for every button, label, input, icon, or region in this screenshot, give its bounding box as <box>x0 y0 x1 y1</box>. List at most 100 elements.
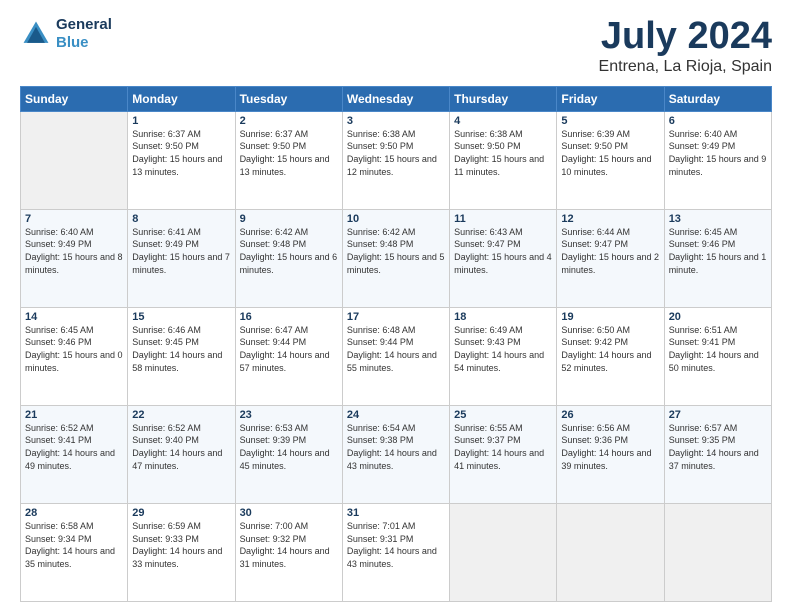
cell-info: Sunrise: 6:54 AMSunset: 9:38 PMDaylight:… <box>347 422 445 472</box>
calendar-cell: 27Sunrise: 6:57 AMSunset: 9:35 PMDayligh… <box>664 405 771 503</box>
logo-text: General Blue <box>56 16 112 52</box>
cell-info: Sunrise: 6:55 AMSunset: 9:37 PMDaylight:… <box>454 422 552 472</box>
calendar-cell: 25Sunrise: 6:55 AMSunset: 9:37 PMDayligh… <box>450 405 557 503</box>
calendar-cell: 22Sunrise: 6:52 AMSunset: 9:40 PMDayligh… <box>128 405 235 503</box>
day-number: 11 <box>454 213 552 225</box>
calendar-cell: 29Sunrise: 6:59 AMSunset: 9:33 PMDayligh… <box>128 503 235 601</box>
calendar-cell: 26Sunrise: 6:56 AMSunset: 9:36 PMDayligh… <box>557 405 664 503</box>
calendar-cell: 7Sunrise: 6:40 AMSunset: 9:49 PMDaylight… <box>21 209 128 307</box>
cell-info: Sunrise: 6:52 AMSunset: 9:40 PMDaylight:… <box>132 422 230 472</box>
weekday-header-row: SundayMondayTuesdayWednesdayThursdayFrid… <box>21 86 772 111</box>
day-number: 24 <box>347 409 445 421</box>
weekday-header-friday: Friday <box>557 86 664 111</box>
calendar-cell: 31Sunrise: 7:01 AMSunset: 9:31 PMDayligh… <box>342 503 449 601</box>
calendar-cell: 21Sunrise: 6:52 AMSunset: 9:41 PMDayligh… <box>21 405 128 503</box>
calendar-cell <box>557 503 664 601</box>
logo: General Blue <box>20 16 112 52</box>
cell-info: Sunrise: 6:52 AMSunset: 9:41 PMDaylight:… <box>25 422 123 472</box>
calendar-cell: 24Sunrise: 6:54 AMSunset: 9:38 PMDayligh… <box>342 405 449 503</box>
cell-info: Sunrise: 6:38 AMSunset: 9:50 PMDaylight:… <box>347 128 445 178</box>
calendar-cell: 18Sunrise: 6:49 AMSunset: 9:43 PMDayligh… <box>450 307 557 405</box>
calendar-table: SundayMondayTuesdayWednesdayThursdayFrid… <box>20 86 772 602</box>
day-number: 10 <box>347 213 445 225</box>
calendar-week-row: 21Sunrise: 6:52 AMSunset: 9:41 PMDayligh… <box>21 405 772 503</box>
cell-info: Sunrise: 6:56 AMSunset: 9:36 PMDaylight:… <box>561 422 659 472</box>
calendar-cell: 23Sunrise: 6:53 AMSunset: 9:39 PMDayligh… <box>235 405 342 503</box>
cell-info: Sunrise: 6:44 AMSunset: 9:47 PMDaylight:… <box>561 226 659 276</box>
day-number: 15 <box>132 311 230 323</box>
cell-info: Sunrise: 6:41 AMSunset: 9:49 PMDaylight:… <box>132 226 230 276</box>
cell-info: Sunrise: 6:50 AMSunset: 9:42 PMDaylight:… <box>561 324 659 374</box>
cell-info: Sunrise: 7:00 AMSunset: 9:32 PMDaylight:… <box>240 520 338 570</box>
day-number: 19 <box>561 311 659 323</box>
cell-info: Sunrise: 6:46 AMSunset: 9:45 PMDaylight:… <box>132 324 230 374</box>
cell-info: Sunrise: 6:58 AMSunset: 9:34 PMDaylight:… <box>25 520 123 570</box>
cell-info: Sunrise: 6:37 AMSunset: 9:50 PMDaylight:… <box>240 128 338 178</box>
day-number: 4 <box>454 115 552 127</box>
day-number: 22 <box>132 409 230 421</box>
day-number: 7 <box>25 213 123 225</box>
cell-info: Sunrise: 6:45 AMSunset: 9:46 PMDaylight:… <box>669 226 767 276</box>
calendar-cell: 3Sunrise: 6:38 AMSunset: 9:50 PMDaylight… <box>342 111 449 209</box>
cell-info: Sunrise: 6:40 AMSunset: 9:49 PMDaylight:… <box>25 226 123 276</box>
cell-info: Sunrise: 6:42 AMSunset: 9:48 PMDaylight:… <box>240 226 338 276</box>
day-number: 23 <box>240 409 338 421</box>
calendar-week-row: 7Sunrise: 6:40 AMSunset: 9:49 PMDaylight… <box>21 209 772 307</box>
day-number: 3 <box>347 115 445 127</box>
day-number: 2 <box>240 115 338 127</box>
calendar-cell: 6Sunrise: 6:40 AMSunset: 9:49 PMDaylight… <box>664 111 771 209</box>
calendar-week-row: 1Sunrise: 6:37 AMSunset: 9:50 PMDaylight… <box>21 111 772 209</box>
weekday-header-monday: Monday <box>128 86 235 111</box>
header: General Blue July 2024 Entrena, La Rioja… <box>20 16 772 76</box>
day-number: 29 <box>132 507 230 519</box>
day-number: 16 <box>240 311 338 323</box>
calendar-cell: 11Sunrise: 6:43 AMSunset: 9:47 PMDayligh… <box>450 209 557 307</box>
day-number: 27 <box>669 409 767 421</box>
cell-info: Sunrise: 6:38 AMSunset: 9:50 PMDaylight:… <box>454 128 552 178</box>
weekday-header-wednesday: Wednesday <box>342 86 449 111</box>
cell-info: Sunrise: 6:49 AMSunset: 9:43 PMDaylight:… <box>454 324 552 374</box>
title-block: July 2024 Entrena, La Rioja, Spain <box>599 16 772 76</box>
day-number: 30 <box>240 507 338 519</box>
calendar-cell: 2Sunrise: 6:37 AMSunset: 9:50 PMDaylight… <box>235 111 342 209</box>
day-number: 8 <box>132 213 230 225</box>
cell-info: Sunrise: 6:51 AMSunset: 9:41 PMDaylight:… <box>669 324 767 374</box>
cell-info: Sunrise: 6:57 AMSunset: 9:35 PMDaylight:… <box>669 422 767 472</box>
calendar-cell: 14Sunrise: 6:45 AMSunset: 9:46 PMDayligh… <box>21 307 128 405</box>
calendar-cell: 9Sunrise: 6:42 AMSunset: 9:48 PMDaylight… <box>235 209 342 307</box>
calendar-cell: 16Sunrise: 6:47 AMSunset: 9:44 PMDayligh… <box>235 307 342 405</box>
page: General Blue July 2024 Entrena, La Rioja… <box>0 0 792 612</box>
calendar-cell <box>664 503 771 601</box>
day-number: 14 <box>25 311 123 323</box>
day-number: 12 <box>561 213 659 225</box>
subtitle: Entrena, La Rioja, Spain <box>599 58 772 76</box>
cell-info: Sunrise: 6:53 AMSunset: 9:39 PMDaylight:… <box>240 422 338 472</box>
day-number: 1 <box>132 115 230 127</box>
calendar-cell: 10Sunrise: 6:42 AMSunset: 9:48 PMDayligh… <box>342 209 449 307</box>
calendar-cell: 13Sunrise: 6:45 AMSunset: 9:46 PMDayligh… <box>664 209 771 307</box>
day-number: 28 <box>25 507 123 519</box>
calendar-cell: 5Sunrise: 6:39 AMSunset: 9:50 PMDaylight… <box>557 111 664 209</box>
calendar-week-row: 28Sunrise: 6:58 AMSunset: 9:34 PMDayligh… <box>21 503 772 601</box>
cell-info: Sunrise: 6:45 AMSunset: 9:46 PMDaylight:… <box>25 324 123 374</box>
calendar-cell: 8Sunrise: 6:41 AMSunset: 9:49 PMDaylight… <box>128 209 235 307</box>
cell-info: Sunrise: 7:01 AMSunset: 9:31 PMDaylight:… <box>347 520 445 570</box>
day-number: 18 <box>454 311 552 323</box>
cell-info: Sunrise: 6:47 AMSunset: 9:44 PMDaylight:… <box>240 324 338 374</box>
calendar-cell <box>21 111 128 209</box>
cell-info: Sunrise: 6:39 AMSunset: 9:50 PMDaylight:… <box>561 128 659 178</box>
weekday-header-sunday: Sunday <box>21 86 128 111</box>
calendar-cell: 4Sunrise: 6:38 AMSunset: 9:50 PMDaylight… <box>450 111 557 209</box>
cell-info: Sunrise: 6:37 AMSunset: 9:50 PMDaylight:… <box>132 128 230 178</box>
calendar-cell: 17Sunrise: 6:48 AMSunset: 9:44 PMDayligh… <box>342 307 449 405</box>
calendar-cell: 12Sunrise: 6:44 AMSunset: 9:47 PMDayligh… <box>557 209 664 307</box>
cell-info: Sunrise: 6:40 AMSunset: 9:49 PMDaylight:… <box>669 128 767 178</box>
calendar-cell: 1Sunrise: 6:37 AMSunset: 9:50 PMDaylight… <box>128 111 235 209</box>
cell-info: Sunrise: 6:43 AMSunset: 9:47 PMDaylight:… <box>454 226 552 276</box>
weekday-header-thursday: Thursday <box>450 86 557 111</box>
day-number: 17 <box>347 311 445 323</box>
calendar-cell: 30Sunrise: 7:00 AMSunset: 9:32 PMDayligh… <box>235 503 342 601</box>
weekday-header-tuesday: Tuesday <box>235 86 342 111</box>
calendar-cell: 20Sunrise: 6:51 AMSunset: 9:41 PMDayligh… <box>664 307 771 405</box>
main-title: July 2024 <box>599 16 772 58</box>
